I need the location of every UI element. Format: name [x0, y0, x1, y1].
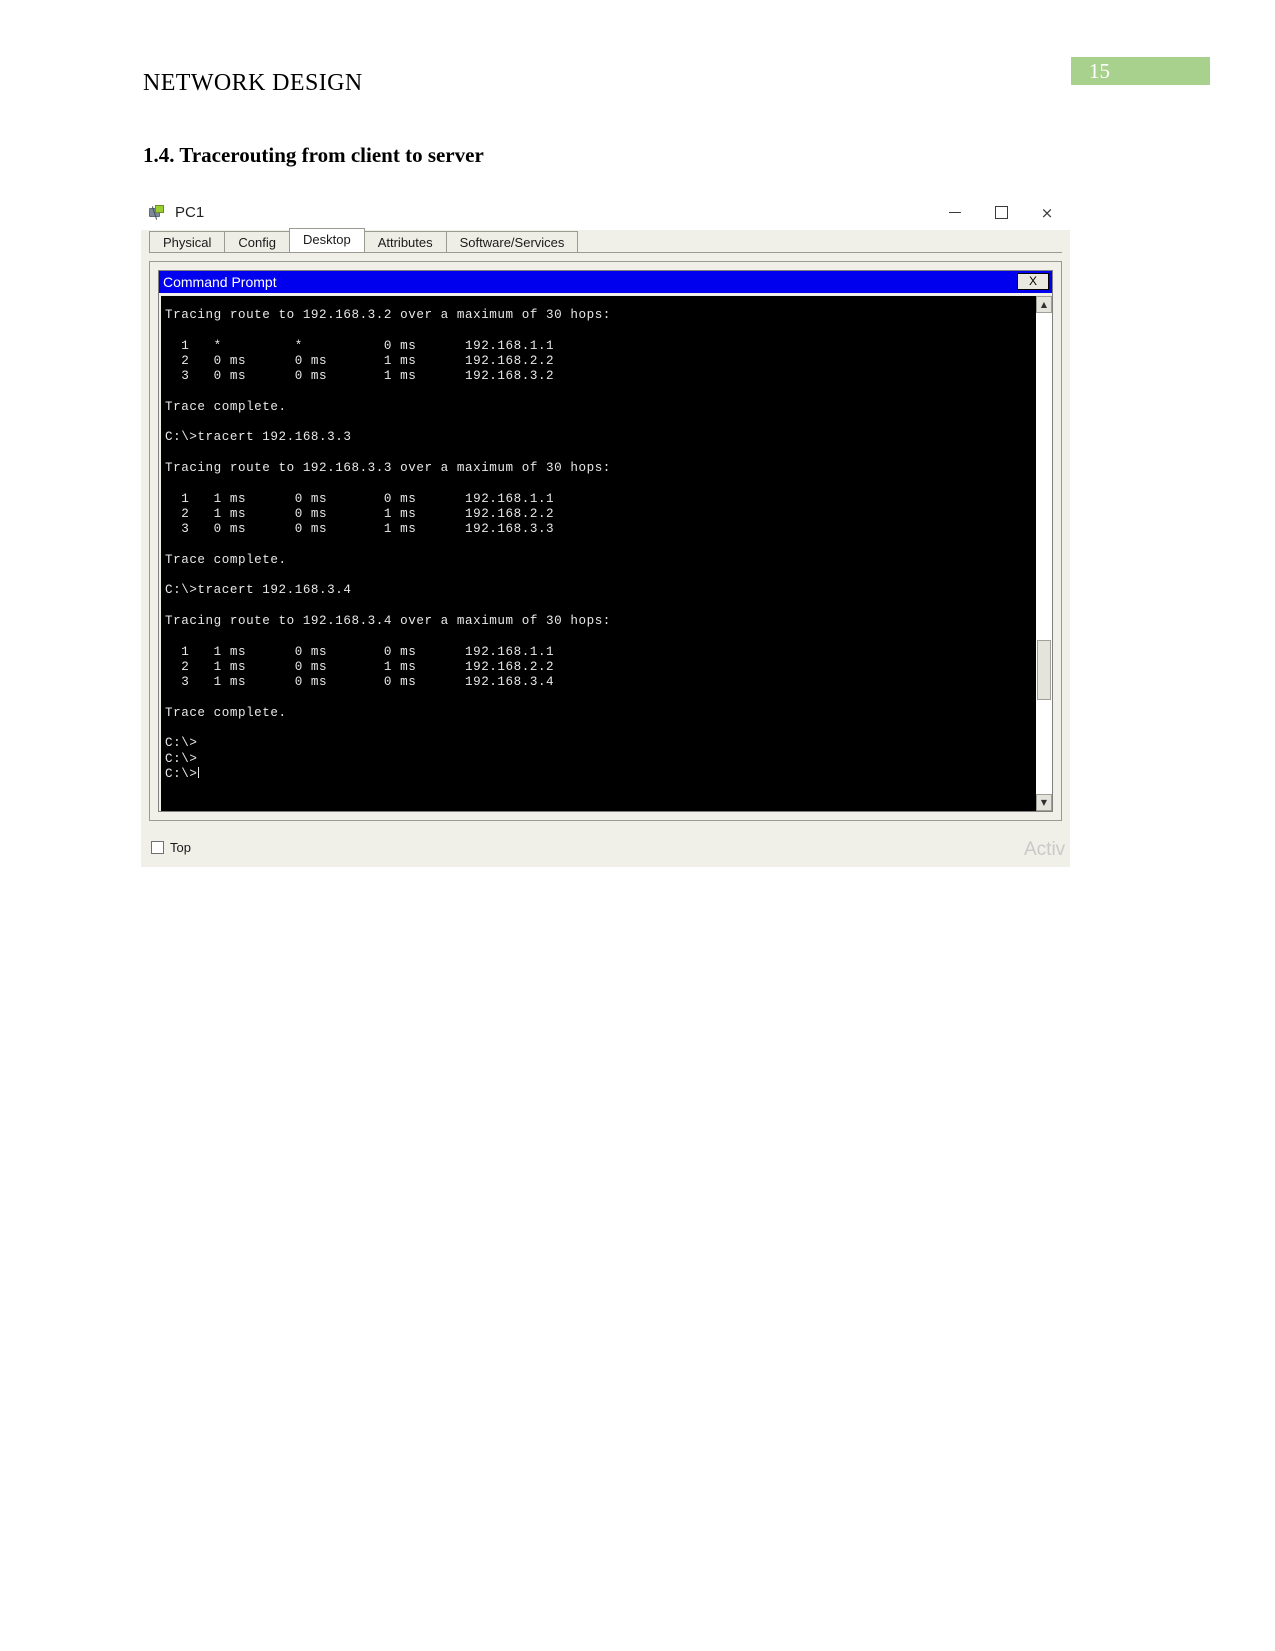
top-checkbox-label: Top	[170, 839, 191, 855]
close-icon[interactable]: ×	[1024, 195, 1070, 230]
terminal-line: 3 0 ms 0 ms 1 ms 192.168.3.3	[165, 522, 555, 537]
terminal-output[interactable]: Tracing route to 192.168.3.2 over a maxi…	[161, 296, 1035, 811]
terminal-cursor	[198, 766, 200, 778]
terminal-line: Trace complete.	[165, 399, 287, 414]
scroll-down-icon[interactable]: ▼	[1036, 794, 1052, 811]
terminal-line: C:\>tracert 192.168.3.3	[165, 430, 352, 445]
command-prompt-close-button[interactable]: X	[1017, 273, 1049, 290]
terminal-line: C:\>tracert 192.168.3.4	[165, 583, 352, 598]
terminal-line: Tracing route to 192.168.3.2 over a maxi…	[165, 308, 611, 322]
terminal-line: Tracing route to 192.168.3.4 over a maxi…	[165, 613, 611, 628]
scrollbar-track[interactable]	[1036, 313, 1052, 794]
command-prompt-title: Command Prompt	[163, 274, 277, 290]
command-prompt-titlebar: Command Prompt X	[159, 271, 1052, 293]
tab-software-services[interactable]: Software/Services	[445, 231, 579, 252]
section-heading: 1.4. Tracerouting from client to server	[143, 143, 484, 167]
command-prompt-window: Command Prompt X Tracing route to 192.16…	[158, 270, 1053, 812]
tab-attributes[interactable]: Attributes	[363, 231, 447, 252]
terminal-line: 3 1 ms 0 ms 0 ms 192.168.3.4	[165, 675, 555, 690]
top-checkbox[interactable]	[151, 840, 164, 854]
tab-physical[interactable]: Physical	[149, 231, 226, 252]
terminal-line: 1 1 ms 0 ms 0 ms 192.168.1.1	[165, 644, 555, 659]
scrollbar-thumb[interactable]	[1037, 640, 1051, 701]
terminal-line: 2 0 ms 0 ms 1 ms 192.168.2.2	[165, 353, 555, 368]
scroll-up-icon[interactable]: ▲	[1036, 296, 1052, 313]
device-tab-strip: Physical Config Desktop Attributes Softw…	[149, 228, 1062, 253]
terminal-line: Trace complete.	[165, 552, 287, 567]
desktop-tab-panel: Command Prompt X Tracing route to 192.16…	[149, 261, 1062, 821]
window-controls: ×	[932, 195, 1070, 230]
maximize-icon[interactable]	[978, 195, 1024, 230]
device-window-footer: Top Activ	[141, 827, 1070, 867]
terminal-line: 2 1 ms 0 ms 1 ms 192.168.2.2	[165, 506, 555, 521]
terminal-line: 1 1 ms 0 ms 0 ms 192.168.1.1	[165, 491, 555, 506]
terminal-scrollbar[interactable]: ▲ ▼	[1035, 296, 1052, 811]
device-window-titlebar: PC1 ×	[141, 195, 1070, 230]
terminal-line: C:\>	[165, 766, 200, 781]
command-prompt-body: Tracing route to 192.168.3.2 over a maxi…	[159, 293, 1052, 811]
page-number-badge: 15	[1071, 57, 1210, 85]
activation-watermark: Activ	[1024, 839, 1066, 860]
terminal-line: 1 * * 0 ms 192.168.1.1	[165, 338, 555, 353]
terminal-line: 3 0 ms 0 ms 1 ms 192.168.3.2	[165, 369, 555, 384]
packet-tracer-device-window: PC1 × Physical Config Desktop Attributes…	[141, 195, 1070, 867]
device-window-title: PC1	[175, 204, 205, 221]
minimize-icon[interactable]	[932, 195, 978, 230]
terminal-line: C:\>	[165, 751, 198, 766]
terminal-line: C:\>	[165, 736, 198, 751]
document-running-header: NETWORK DESIGN	[143, 70, 363, 96]
terminal-line: 2 1 ms 0 ms 1 ms 192.168.2.2	[165, 659, 555, 674]
tab-desktop[interactable]: Desktop	[289, 228, 365, 252]
tab-config[interactable]: Config	[224, 231, 290, 252]
terminal-line: Tracing route to 192.168.3.3 over a maxi…	[165, 460, 611, 475]
terminal-line: Trace complete.	[165, 705, 287, 720]
pc-device-icon	[149, 204, 167, 221]
